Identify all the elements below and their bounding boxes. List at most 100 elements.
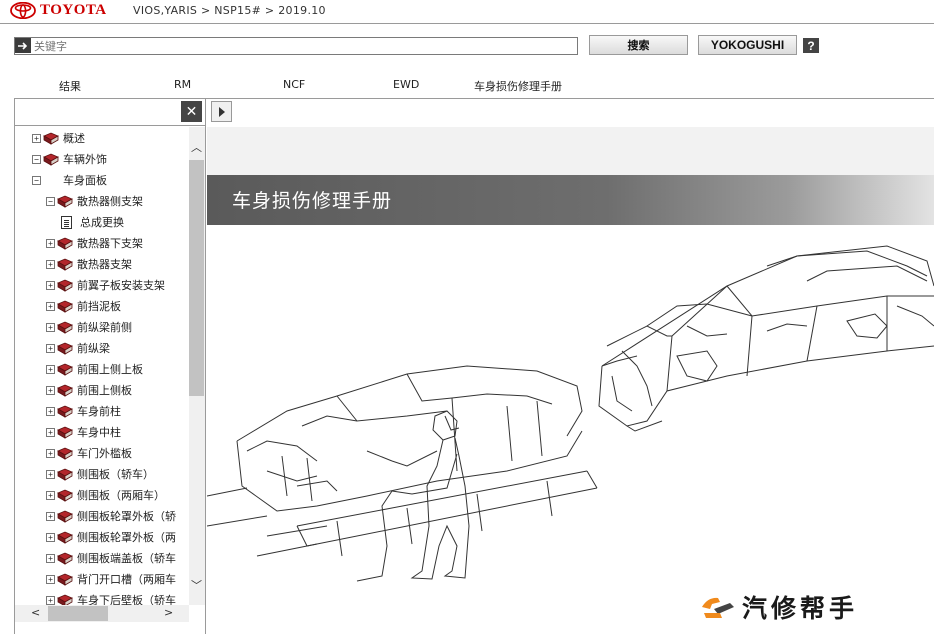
expand-toggle-icon[interactable]: +	[46, 448, 55, 458]
tree-item[interactable]: + 前翼子板安装支架	[46, 275, 165, 295]
tree-item[interactable]: + 前挡泥板	[46, 296, 121, 316]
book-icon	[57, 237, 73, 250]
watermark: 汽修帮手	[700, 589, 858, 625]
help-icon[interactable]: ?	[803, 38, 819, 53]
tree-item-label: 总成更换	[80, 216, 124, 229]
toyota-logo: TOYOTA	[10, 1, 107, 19]
tree-item-label: 散热器支架	[77, 258, 132, 271]
expand-toggle-icon[interactable]: +	[46, 511, 55, 521]
tree-item[interactable]: + 前纵梁前侧	[46, 317, 132, 337]
tree-item[interactable]: − 车辆外饰	[32, 149, 107, 169]
tree-item-label: 前纵梁前侧	[77, 321, 132, 334]
collapse-toggle-icon[interactable]: −	[46, 196, 55, 206]
tree-item-label: 概述	[63, 132, 85, 145]
document-tree: + 概述 − 车辆外饰 − 车身面板 − 散热器侧支架 总成更换 + 散热器下支架 + 散热器支架 + 前翼…	[15, 127, 189, 605]
scroll-up-arrow-icon[interactable]: ︿	[191, 139, 202, 155]
book-icon	[57, 300, 73, 313]
book-icon	[57, 468, 73, 481]
tree-item[interactable]: + 车身下后壁板（轿车	[46, 590, 176, 605]
search-input[interactable]	[14, 37, 578, 55]
expand-toggle-icon[interactable]: +	[46, 364, 55, 374]
yokogushi-button[interactable]: YOKOGUSHI	[698, 35, 797, 55]
tree-item-label: 前翼子板安装支架	[77, 279, 165, 292]
tree-item[interactable]: + 散热器支架	[46, 254, 132, 274]
expand-toggle-icon[interactable]: +	[46, 553, 55, 563]
expand-toggle-icon[interactable]: +	[46, 343, 55, 353]
wrench-car-logo-icon	[702, 597, 734, 618]
expand-toggle-icon[interactable]: +	[46, 259, 55, 269]
expand-toggle-icon[interactable]: +	[46, 574, 55, 584]
tab-ncf[interactable]: NCF	[283, 78, 305, 91]
tree-item[interactable]: + 车身前柱	[46, 401, 121, 421]
expand-toggle-icon[interactable]: +	[46, 469, 55, 479]
tree-item[interactable]: + 前围上侧板	[46, 380, 132, 400]
tree-item[interactable]: + 侧围板轮罩外板（轿	[46, 506, 176, 526]
book-icon	[57, 552, 73, 565]
collapse-toggle-icon[interactable]: −	[32, 175, 41, 185]
tree-item[interactable]: + 侧围板（两厢车）	[46, 485, 165, 505]
scroll-left-arrow-icon[interactable]: <	[31, 606, 40, 619]
expand-toggle-icon[interactable]: +	[46, 238, 55, 248]
search-arrow-icon	[15, 38, 31, 53]
tree-item[interactable]: + 前纵梁	[46, 338, 110, 358]
tree-item-label: 前纵梁	[77, 342, 110, 355]
close-panel-button[interactable]: ✕	[181, 101, 202, 122]
book-icon	[57, 447, 73, 460]
expand-toggle-icon[interactable]: +	[46, 406, 55, 416]
tree-item[interactable]: − 散热器侧支架	[46, 191, 143, 211]
book-icon	[57, 258, 73, 271]
car-body-frame-drawing	[598, 245, 934, 432]
expand-toggle-icon[interactable]: +	[46, 490, 55, 500]
tree-item-label: 车门外槛板	[77, 447, 132, 460]
book-icon	[57, 279, 73, 292]
scroll-down-arrow-icon[interactable]: ﹀	[191, 577, 202, 593]
tab-ewd[interactable]: EWD	[393, 78, 419, 91]
book-icon	[57, 195, 73, 208]
tree-item[interactable]: − 车身面板	[32, 170, 107, 190]
expand-toggle-icon[interactable]: +	[46, 427, 55, 437]
expand-toggle-icon[interactable]: +	[46, 280, 55, 290]
expand-toggle-icon[interactable]: +	[46, 385, 55, 395]
tree-item[interactable]: + 车身中柱	[46, 422, 121, 442]
tree-item-label: 车身面板	[63, 174, 107, 187]
tree-item[interactable]: + 散热器下支架	[46, 233, 143, 253]
expand-toggle-icon[interactable]: +	[32, 133, 41, 143]
tree-item[interactable]: + 侧围板（轿车）	[46, 464, 154, 484]
tree-item[interactable]: + 概述	[32, 128, 85, 148]
expand-toggle-icon[interactable]: +	[46, 322, 55, 332]
tab-results[interactable]: 结果	[59, 78, 81, 94]
tree-item-label: 前围上侧上板	[77, 363, 143, 376]
expand-panel-button[interactable]	[211, 101, 232, 122]
expand-toggle-icon[interactable]: +	[46, 595, 55, 605]
expand-toggle-icon[interactable]: +	[46, 532, 55, 542]
tree-item[interactable]: + 背门开口槽（两厢车	[46, 569, 176, 589]
tree-item[interactable]: 总成更换	[59, 212, 124, 232]
collapse-toggle-icon[interactable]: −	[32, 154, 41, 164]
navigation-toolbar	[14, 99, 206, 126]
tree-item-label: 车辆外饰	[63, 153, 107, 166]
book-icon	[57, 510, 73, 523]
tab-rm[interactable]: RM	[174, 78, 191, 91]
tree-item-label: 侧围板轮罩外板（两	[77, 531, 176, 544]
search-button[interactable]: 搜索	[589, 35, 688, 55]
expand-toggle-icon[interactable]: +	[46, 301, 55, 311]
tree-item-label: 侧围板轮罩外板（轿	[77, 510, 176, 523]
close-icon: ✕	[185, 103, 198, 120]
tab-body-repair-manual[interactable]: 车身损伤修理手册	[474, 78, 562, 94]
page-title: 车身损伤修理手册	[232, 190, 393, 212]
tree-item-label: 侧围板端盖板（轿车	[77, 552, 176, 565]
tree-item-label: 车身前柱	[77, 405, 121, 418]
tree-horizontal-scroll-thumb[interactable]	[48, 606, 108, 621]
document-icon	[61, 215, 72, 229]
tree-item[interactable]: + 车门外槛板	[46, 443, 132, 463]
tree-item-label: 侧围板（轿车）	[77, 468, 154, 481]
breadcrumb: VIOS,YARIS > NSP15# > 2019.10	[133, 4, 326, 17]
scroll-right-arrow-icon[interactable]: >	[164, 606, 173, 619]
book-icon	[43, 153, 59, 166]
tree-item-label: 散热器侧支架	[77, 195, 143, 208]
tree-vertical-scroll-thumb[interactable]	[189, 160, 204, 396]
tree-item[interactable]: + 侧围板轮罩外板（两	[46, 527, 176, 547]
tree-item[interactable]: + 侧围板端盖板（轿车	[46, 548, 176, 568]
book-icon	[57, 594, 73, 605]
tree-item[interactable]: + 前围上侧上板	[46, 359, 143, 379]
